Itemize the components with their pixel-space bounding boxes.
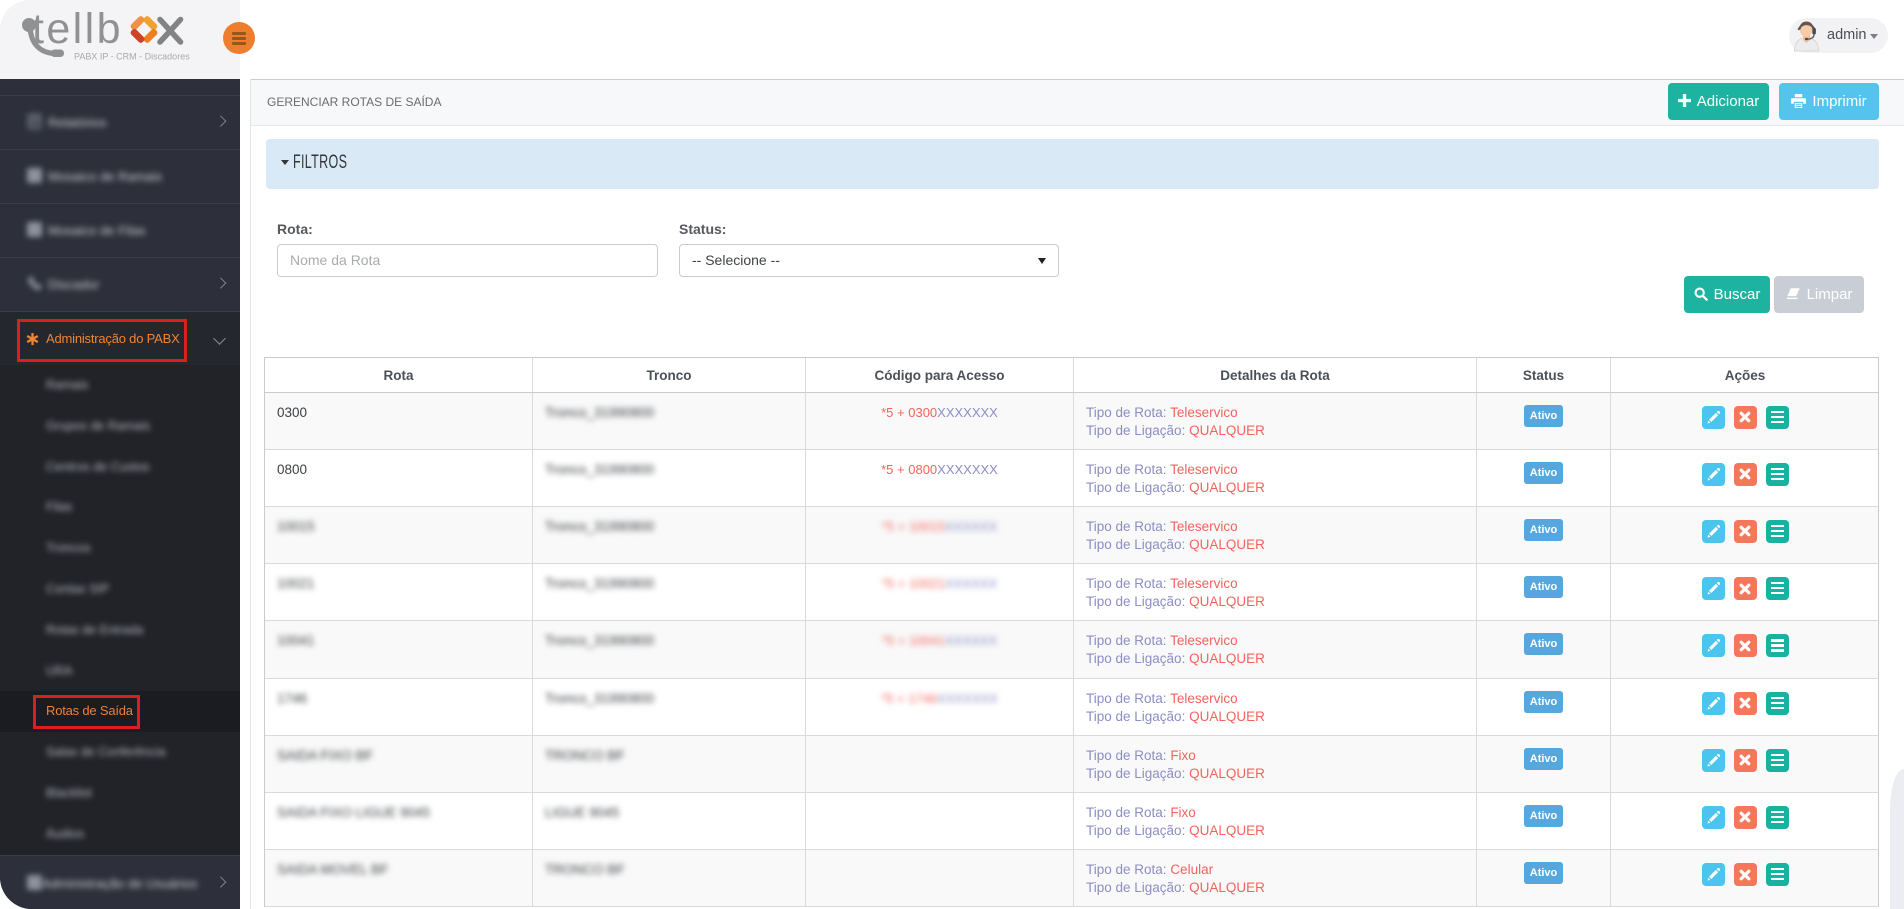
svg-text:tellb: tellb xyxy=(32,5,123,53)
svg-text:PABX IP - CRM - Discadores: PABX IP - CRM - Discadores xyxy=(74,52,190,62)
